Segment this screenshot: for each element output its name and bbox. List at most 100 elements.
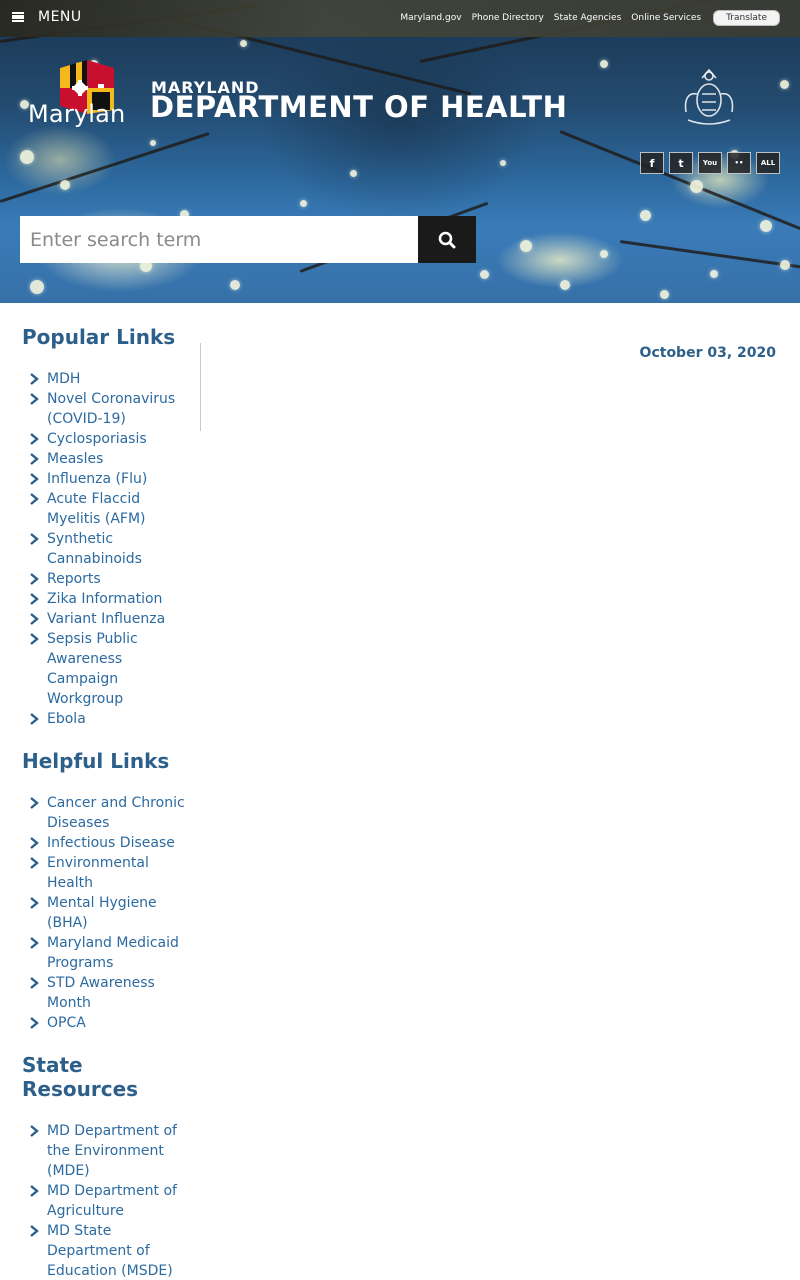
blossom-shape bbox=[760, 220, 772, 232]
twitter-icon[interactable]: t bbox=[669, 152, 693, 174]
sidebar-link[interactable]: Variant Influenza bbox=[0, 609, 200, 629]
sidebar-link[interactable]: Ebola bbox=[0, 709, 200, 729]
blossom-shape bbox=[60, 180, 70, 190]
sidebar-divider bbox=[200, 343, 201, 431]
youtube-icon[interactable]: You bbox=[698, 152, 722, 174]
blossom-shape bbox=[640, 210, 651, 221]
blossom-shape bbox=[560, 280, 570, 290]
sidebar-link[interactable]: Cyclosporiasis bbox=[0, 429, 200, 449]
helpful-links-list: Cancer and Chronic Diseases Infectious Di… bbox=[0, 793, 200, 1033]
sidebar-link[interactable]: Cancer and Chronic Diseases bbox=[0, 793, 200, 833]
chevron-right-icon bbox=[30, 453, 39, 465]
blossom-shape bbox=[600, 250, 608, 258]
menu-button[interactable]: MENU bbox=[12, 6, 82, 28]
hamburger-icon bbox=[12, 12, 24, 22]
search-bar bbox=[20, 216, 476, 263]
sidebar-link-label: Influenza (Flu) bbox=[47, 471, 148, 487]
blossom-shape bbox=[660, 290, 669, 299]
sidebar-link[interactable]: Sepsis Public Awareness Campaign Workgro… bbox=[0, 629, 200, 709]
chevron-right-icon bbox=[30, 593, 39, 605]
sidebar-link-label: MD Department of the Environment (MDE) bbox=[47, 1123, 177, 1179]
chevron-right-icon bbox=[30, 433, 39, 445]
blossom-shape bbox=[230, 280, 240, 290]
sidebar-link[interactable]: Environmental Health bbox=[0, 853, 200, 893]
blossom-shape bbox=[240, 40, 247, 47]
blossom-shape bbox=[520, 240, 532, 252]
chevron-right-icon bbox=[30, 977, 39, 989]
blossom-shape bbox=[350, 170, 357, 177]
blossom-shape bbox=[480, 270, 489, 279]
helpful-links-heading: Helpful Links bbox=[22, 749, 170, 773]
online-services-link[interactable]: Online Services bbox=[631, 13, 701, 23]
sidebar-link[interactable]: Mental Hygiene (BHA) bbox=[0, 893, 200, 933]
phone-directory-link[interactable]: Phone Directory bbox=[472, 13, 544, 23]
page-date: October 03, 2020 bbox=[639, 345, 776, 361]
sidebar-link-label: Zika Information bbox=[47, 591, 163, 607]
sidebar-link-label: Ebola bbox=[47, 711, 86, 727]
facebook-icon[interactable]: f bbox=[640, 152, 664, 174]
sidebar-link[interactable]: MD Department of the Environment (MDE) bbox=[0, 1121, 200, 1181]
blossom-shape bbox=[710, 270, 718, 278]
sidebar-link-label: OPCA bbox=[47, 1015, 86, 1031]
sidebar-link[interactable]: Reports bbox=[0, 569, 200, 589]
chevron-right-icon bbox=[30, 713, 39, 725]
sidebar-link[interactable]: MD Department of Agriculture bbox=[0, 1181, 200, 1221]
chevron-right-icon bbox=[30, 373, 39, 385]
translate-button[interactable]: Translate bbox=[713, 10, 780, 26]
top-bar: MENU Maryland.gov Phone Directory State … bbox=[0, 0, 800, 37]
chevron-right-icon bbox=[30, 473, 39, 485]
sidebar-link-label: Novel Coronavirus (COVID-19) bbox=[47, 391, 176, 427]
social-links: f t You •• ALL bbox=[640, 152, 785, 174]
chevron-right-icon bbox=[30, 1017, 39, 1029]
sidebar-link[interactable]: Synthetic Cannabinoids bbox=[0, 529, 200, 569]
blossom-shape bbox=[30, 280, 44, 294]
branch-shape bbox=[619, 240, 800, 271]
chevron-right-icon bbox=[30, 1125, 39, 1137]
sidebar-link[interactable]: MDH bbox=[0, 369, 200, 389]
sidebar-link-label: Reports bbox=[47, 571, 101, 587]
chevron-right-icon bbox=[30, 1225, 39, 1237]
utility-links: Maryland.gov Phone Directory State Agenc… bbox=[390, 10, 780, 26]
sidebar-link-label: Infectious Disease bbox=[47, 835, 175, 851]
chevron-right-icon bbox=[30, 633, 39, 645]
search-button[interactable] bbox=[418, 216, 476, 263]
sidebar-link[interactable]: Novel Coronavirus (COVID-19) bbox=[0, 389, 200, 429]
all-social-icon[interactable]: ALL bbox=[756, 152, 780, 174]
chevron-right-icon bbox=[30, 1185, 39, 1197]
sidebar-link-label: Cancer and Chronic Diseases bbox=[47, 795, 185, 831]
sidebar-link[interactable]: Influenza (Flu) bbox=[0, 469, 200, 489]
blossom-shape bbox=[150, 140, 156, 146]
sidebar-link-label: Variant Influenza bbox=[47, 611, 166, 627]
sidebar-link[interactable]: Measles bbox=[0, 449, 200, 469]
popular-links-list: MDH Novel Coronavirus (COVID-19) Cyclospor… bbox=[0, 369, 200, 729]
sidebar-link-label: MD Department of Agriculture bbox=[47, 1183, 177, 1219]
sidebar-link-label: Mental Hygiene (BHA) bbox=[47, 895, 157, 931]
maryland-gov-link[interactable]: Maryland.gov bbox=[400, 13, 461, 23]
sidebar-link[interactable]: OPCA bbox=[0, 1013, 200, 1033]
popular-links-heading: Popular Links bbox=[22, 325, 176, 349]
chevron-right-icon bbox=[30, 857, 39, 869]
sidebar-link-label: Measles bbox=[47, 451, 104, 467]
chevron-right-icon bbox=[30, 797, 39, 809]
sidebar-link[interactable]: Zika Information bbox=[0, 589, 200, 609]
search-icon bbox=[438, 231, 456, 248]
blossom-shape bbox=[780, 80, 789, 89]
sidebar-link[interactable]: Acute Flaccid Myelitis (AFM) bbox=[0, 489, 200, 529]
logo-wordmark: Marylan bbox=[28, 100, 126, 128]
flickr-icon[interactable]: •• bbox=[727, 152, 751, 174]
state-agencies-link[interactable]: State Agencies bbox=[554, 13, 621, 23]
sidebar-link-label: Synthetic Cannabinoids bbox=[47, 531, 142, 567]
state-seal-icon bbox=[684, 68, 734, 125]
sidebar-link[interactable]: Maryland Medicaid Programs bbox=[0, 933, 200, 973]
menu-label: MENU bbox=[38, 9, 82, 25]
sidebar-link[interactable]: MD State Department of Education (MSDE) bbox=[0, 1221, 200, 1280]
department-title[interactable]: DEPARTMENT OF HEALTH bbox=[150, 90, 567, 124]
search-input[interactable] bbox=[20, 216, 418, 263]
blossom-shape bbox=[690, 180, 703, 193]
chevron-right-icon bbox=[30, 533, 39, 545]
sidebar-link[interactable]: STD Awareness Month bbox=[0, 973, 200, 1013]
sidebar-link[interactable]: Infectious Disease bbox=[0, 833, 200, 853]
sidebar-link-label: MDH bbox=[47, 371, 81, 387]
blossom-shape bbox=[20, 150, 34, 164]
branch-shape bbox=[0, 132, 210, 203]
